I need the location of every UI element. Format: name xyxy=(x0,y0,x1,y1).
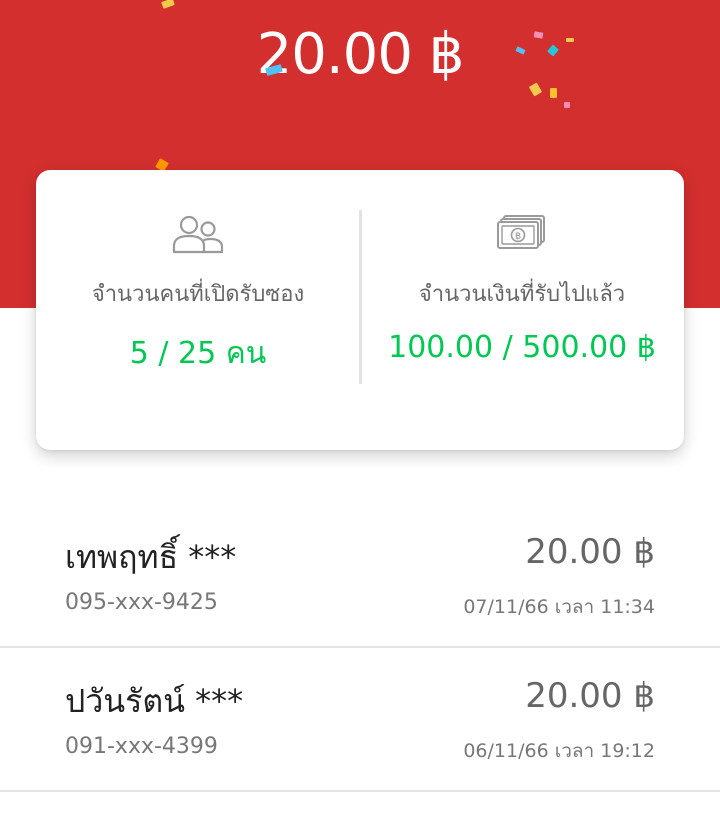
opened-count-label: จำนวนคนที่เปิดรับซอง xyxy=(91,282,305,307)
received-amount: 20.00 ฿ xyxy=(256,22,465,87)
confetti-piece xyxy=(161,0,175,9)
recipient-amount: 20.00 ฿ xyxy=(525,532,655,572)
recipient-amount: 20.00 ฿ xyxy=(525,676,655,716)
opened-count-section: จำนวนคนที่เปิดรับซอง 5 / 25 คน xyxy=(36,170,360,450)
confetti-piece xyxy=(550,88,557,98)
opened-count-value: 5 / 25 คน xyxy=(129,336,267,371)
recipient-name: เทพฤทธิ์ *** xyxy=(65,538,237,576)
recipient-time: 07/11/66 เวลา 11:34 xyxy=(463,596,655,618)
recipient-time: 06/11/66 เวลา 19:12 xyxy=(463,740,655,762)
recipient-row[interactable]: ปวันรัตน์ *** 091-xxx-4399 20.00 ฿ 06/11… xyxy=(0,648,720,792)
received-total-label: จำนวนเงินที่รับไปแล้ว xyxy=(418,282,626,307)
people-icon xyxy=(36,214,360,258)
summary-card: จำนวนคนที่เปิดรับซอง 5 / 25 คน ฿ จำนวนเง… xyxy=(36,170,684,450)
edge-glyph xyxy=(0,320,11,340)
confetti-piece xyxy=(564,102,570,108)
recipient-row[interactable]: เทพฤทธิ์ *** 095-xxx-9425 20.00 ฿ 07/11/… xyxy=(0,504,720,648)
recipient-phone: 091-xxx-4399 xyxy=(65,734,218,759)
recipient-phone: 095-xxx-9425 xyxy=(65,590,218,615)
svg-text:฿: ฿ xyxy=(515,231,521,242)
recipient-name: ปวันรัตน์ *** xyxy=(65,682,244,720)
received-total-section: ฿ จำนวนเงินที่รับไปแล้ว 100.00 / 500.00 … xyxy=(360,170,684,450)
received-total-value: 100.00 / 500.00 ฿ xyxy=(388,330,656,365)
banknote-icon: ฿ xyxy=(360,214,684,258)
confetti-piece xyxy=(566,38,574,42)
confetti-piece xyxy=(533,31,544,39)
